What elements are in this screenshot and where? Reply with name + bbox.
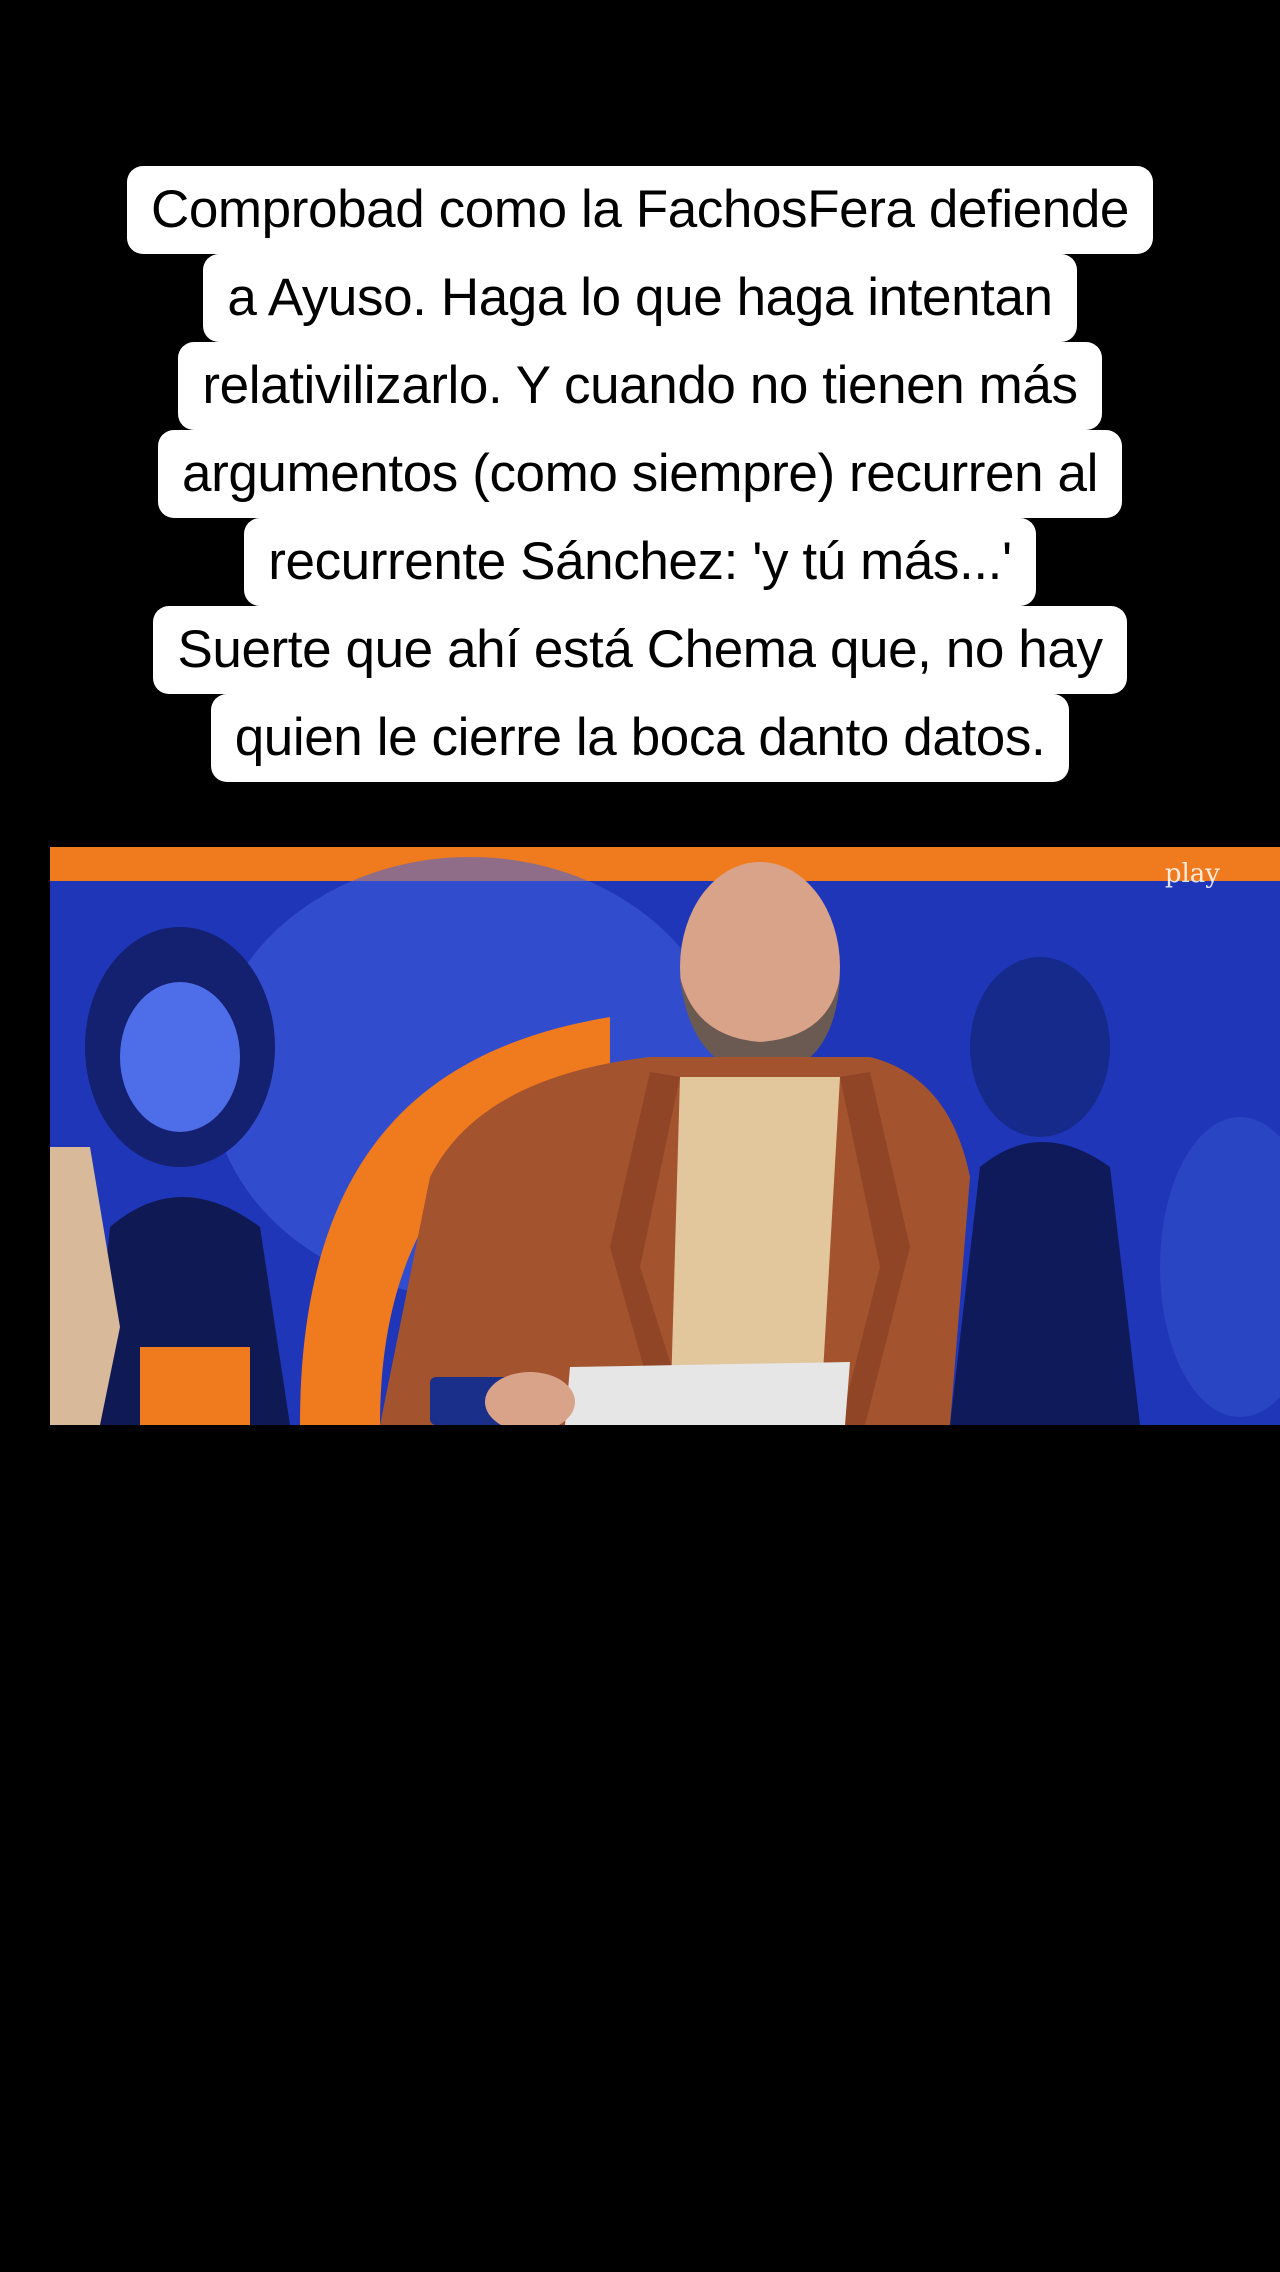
tv-scene — [50, 847, 1280, 1425]
tv-channel-watermark: play — [1164, 859, 1220, 889]
caption-overlay: Comprobad como la FachosFera defiende a … — [0, 166, 1280, 782]
caption-line: relativilizarlo. Y cuando no tienen más — [178, 342, 1102, 430]
laptop — [565, 1362, 850, 1425]
caption-line: argumentos (como siempre) recurren al — [158, 430, 1122, 518]
caption-line: Suerte que ahí está Chema que, no hay — [153, 606, 1127, 694]
caption-line: quien le cierre la boca danto datos. — [210, 694, 1070, 782]
caption-line: recurrente Sánchez: 'y tú más...' — [244, 518, 1036, 606]
caption-line: a Ayuso. Haga lo que haga intentan — [203, 254, 1077, 342]
caption-line: Comprobad como la FachosFera defiende — [126, 166, 1154, 254]
orange-top-strip — [50, 847, 1280, 881]
malas-lenguas-logo — [140, 1347, 250, 1425]
video-frame[interactable]: play — [50, 847, 1280, 1425]
